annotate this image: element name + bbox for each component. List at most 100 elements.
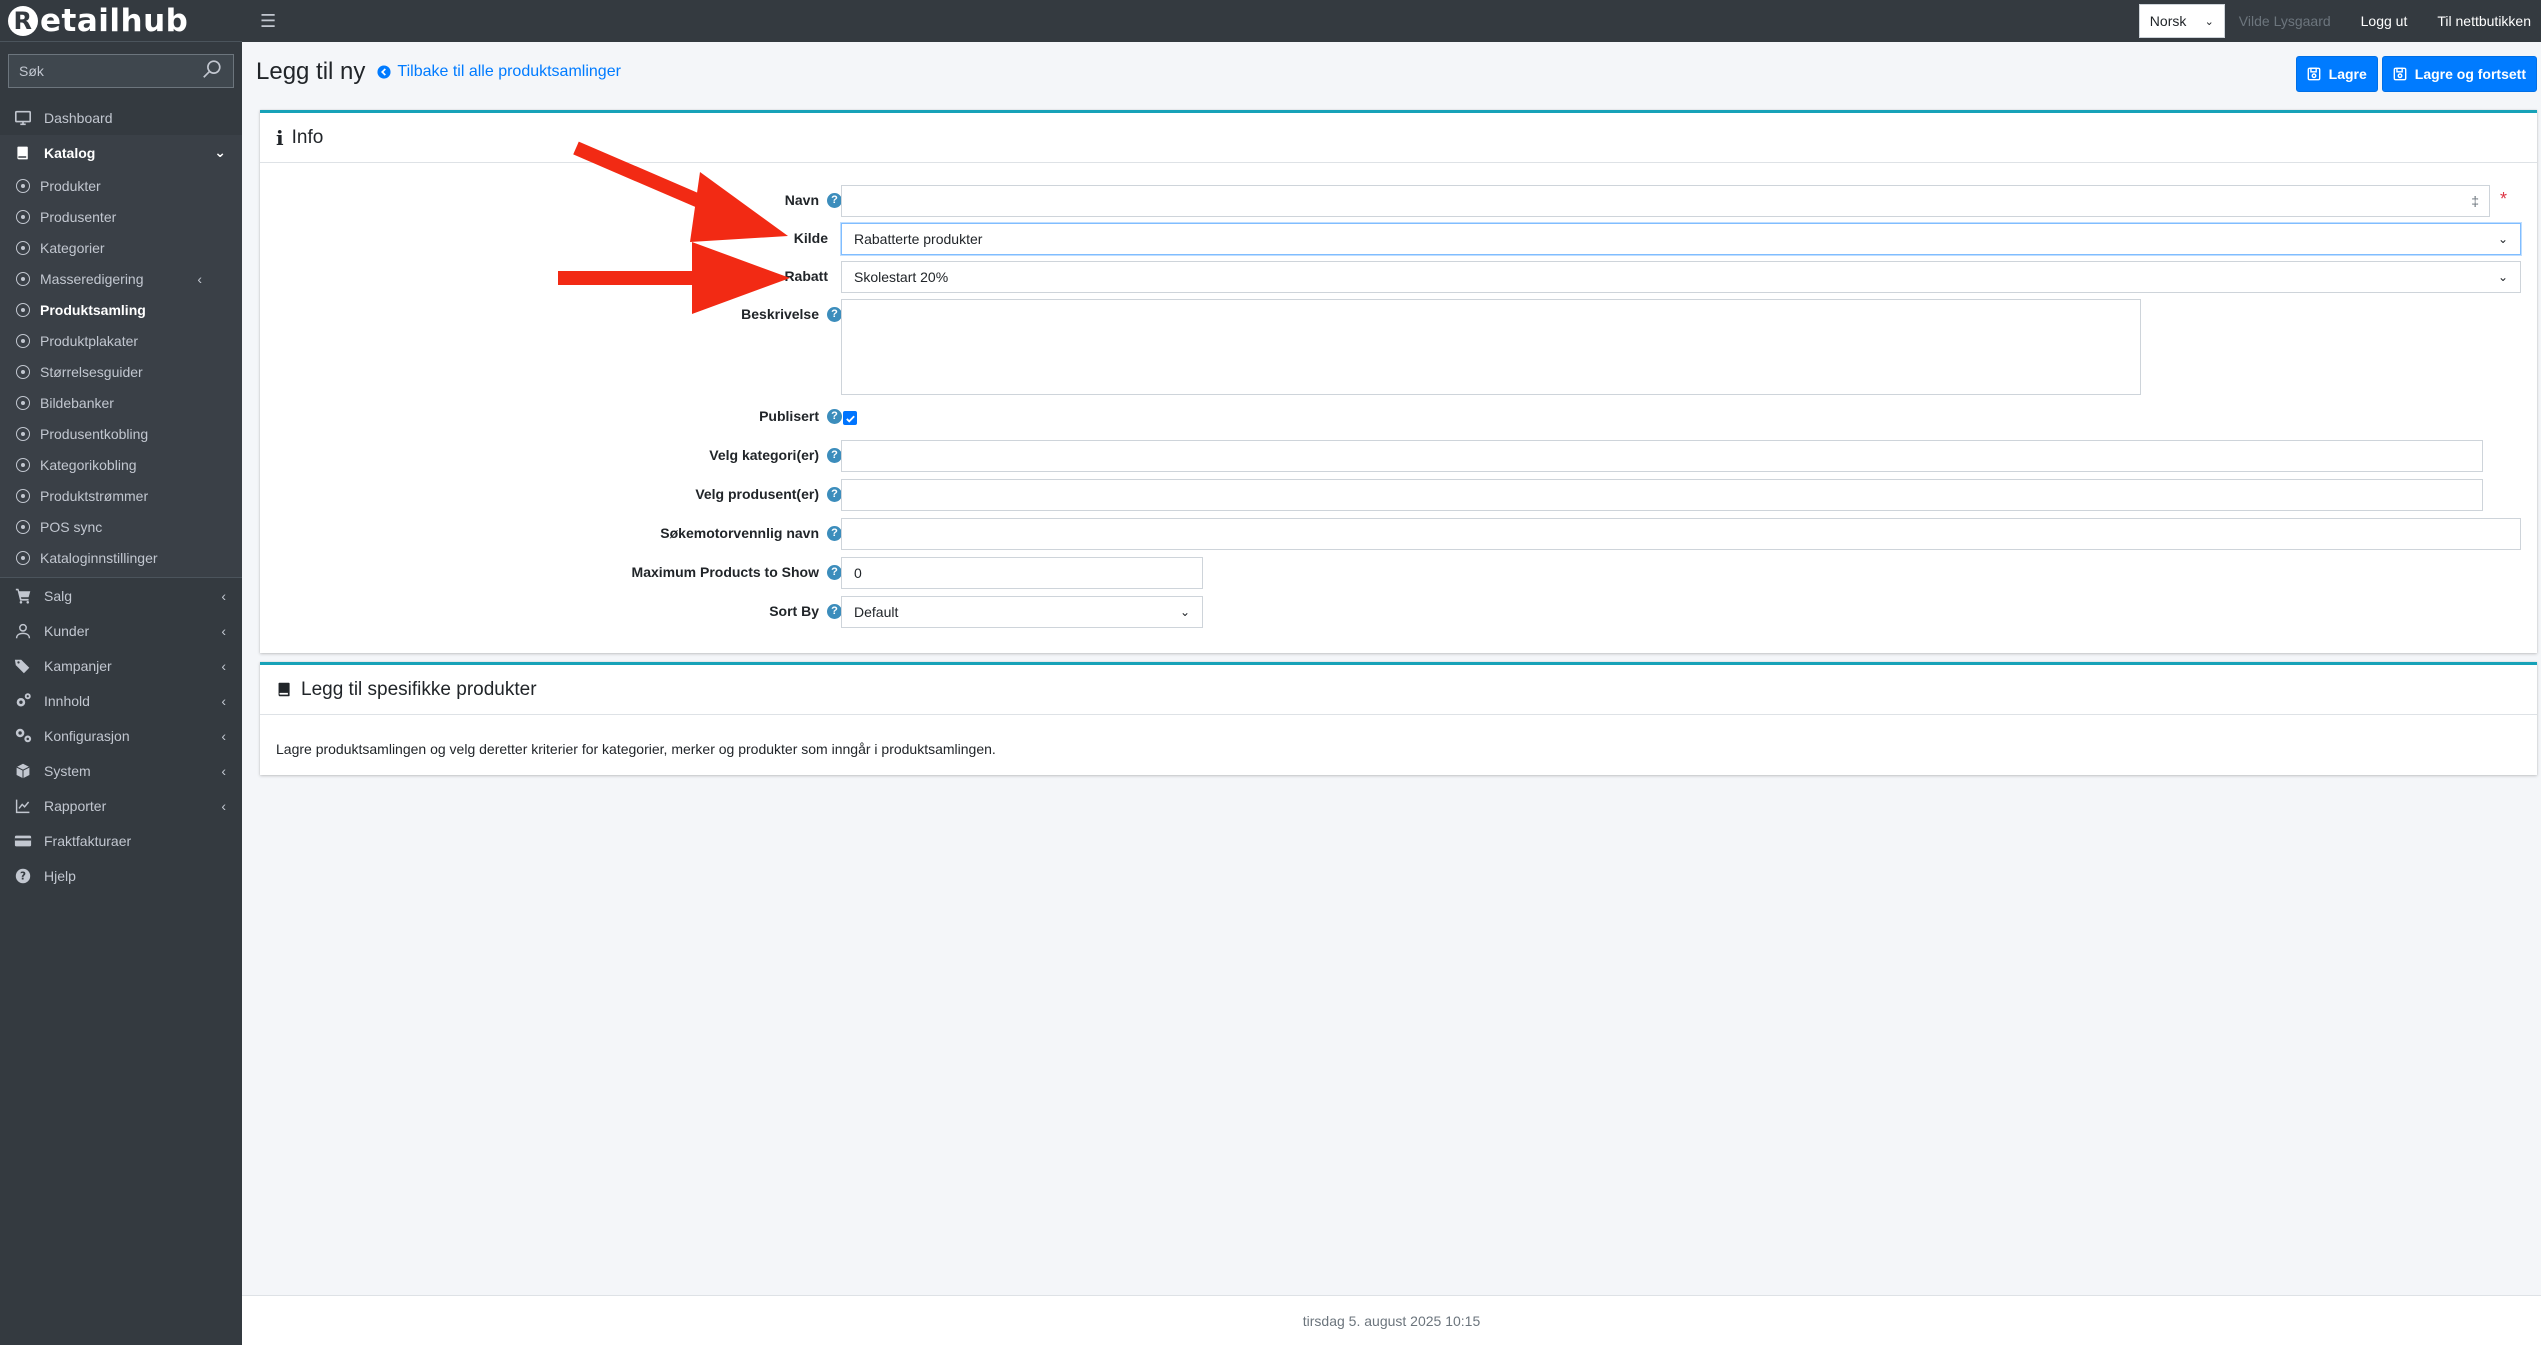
sidebar-item-label: Fraktfakturaer [44,832,132,849]
cart-icon [14,587,32,605]
language-select[interactable]: Norsk ⌄ [2138,4,2225,38]
back-link-label: Tilbake til alle produktsamlinger [397,63,621,80]
info-icon: i [276,125,284,150]
sidebar-item-katalog[interactable]: Katalog ⌄ [0,135,242,170]
help-icon[interactable]: ? [827,192,842,208]
sidebar-item-storrelsesguider[interactable]: Størrelsesguider [0,356,242,387]
produsent-label: Velg produsent(er)? [695,486,842,502]
chevron-left-icon: ‹ [221,692,226,709]
question-circle-icon: ? [14,867,32,885]
help-icon[interactable]: ? [827,447,842,463]
sidebar-item-system[interactable]: System ‹ [0,753,242,788]
save-continue-button[interactable]: Lagre og fortsett [2381,56,2537,92]
beskrivelse-textarea[interactable] [841,299,2141,395]
navn-input[interactable]: ‡ [841,185,2490,217]
max-products-input[interactable]: 0 [841,557,1203,589]
sidebar-item-label: Rapporter [44,797,107,814]
kilde-select[interactable]: Rabatterte produkter ⌄ [841,223,2521,255]
save-button[interactable]: Lagre [2295,56,2378,92]
sidebar-item-kataloginnstillinger[interactable]: Kataloginnstillinger [0,542,242,573]
chevron-down-icon: ⌄ [2497,232,2508,246]
header-actions: Lagre Lagre og fortsett [2295,56,2537,92]
help-icon[interactable]: ? [827,603,842,619]
book-icon [276,681,293,698]
sidebar-item-label: Katalog [44,144,96,161]
max-products-label-text: Maximum Products to Show [631,564,819,580]
sidebar-item-bildebanker[interactable]: Bildebanker [0,387,242,418]
circle-dot-icon [16,550,30,565]
credit-card-icon [14,832,32,850]
circle-dot-icon [16,302,30,317]
sidebar-item-produktstrommer[interactable]: Produktstrømmer [0,480,242,511]
help-icon[interactable]: ? [827,525,842,541]
kategori-multiselect[interactable] [841,440,2483,472]
seo-name-input[interactable] [841,518,2521,550]
top-right-nav: Norsk ⌄ Vilde Lysgaard Logg ut Til nettb… [2138,0,2541,42]
sidebar-item-konfigurasjon[interactable]: Konfigurasjon ‹ [0,718,242,753]
sidebar-item-hjelp[interactable]: ? Hjelp [0,858,242,893]
search-icon[interactable] [201,58,223,85]
navn-label-text: Navn [784,192,819,208]
sidebar-item-label: Dashboard [44,109,113,126]
max-products-label: Maximum Products to Show? [632,564,842,580]
sidebar-item-produsentkobling[interactable]: Produsentkobling [0,418,242,449]
help-icon[interactable]: ? [827,306,842,322]
sidebar-item-produktsamling[interactable]: Produktsamling [0,294,242,325]
sidebar-item-label: POS sync [40,518,103,535]
hamburger-menu-icon[interactable]: ☰ [260,11,276,32]
sidebar-item-produsenter[interactable]: Produsenter [0,201,242,232]
kategori-label: Velg kategori(er)? [709,447,842,463]
chart-line-icon [14,797,32,815]
brand[interactable]: Retailhub [0,0,242,42]
kategori-label-text: Velg kategori(er) [709,447,819,463]
rabatt-label: Rabatt [784,268,828,284]
save-continue-button-label: Lagre og fortsett [2414,66,2526,82]
sidebar: Retailhub Dashboard Katalog ⌄ Produkter … [0,0,242,1345]
produsent-multiselect[interactable] [841,479,2483,511]
tags-icon [14,657,32,675]
page-title: Legg til ny [256,58,366,85]
chevron-left-icon: ‹ [221,762,226,779]
sidebar-search [8,54,234,88]
translate-icon[interactable]: ‡ [2471,193,2479,209]
sort-by-select[interactable]: Default ⌄ [841,596,1203,628]
help-icon[interactable]: ? [827,564,842,580]
sidebar-item-pos-sync[interactable]: POS sync [0,511,242,542]
retailhub-logo[interactable]: Retailhub [8,3,188,39]
user-name: Vilde Lysgaard [2238,13,2331,29]
logout-link[interactable]: Logg ut [2361,13,2408,29]
help-icon[interactable]: ? [827,408,842,424]
sidebar-item-label: Kataloginnstillinger [40,549,158,566]
sidebar-item-masseredigering[interactable]: Masseredigering ‹ [0,263,242,294]
help-icon[interactable]: ? [827,486,842,502]
publisert-label: Publisert? [759,408,842,424]
sidebar-item-label: Produktstrømmer [40,487,149,504]
sidebar-search-input[interactable] [19,63,201,79]
sidebar-item-innhold[interactable]: Innhold ‹ [0,683,242,718]
sidebar-item-salg[interactable]: Salg ‹ [0,578,242,613]
sidebar-item-label: Kunder [44,622,90,639]
chevron-left-icon: ‹ [221,727,226,744]
sidebar-item-kunder[interactable]: Kunder ‹ [0,613,242,648]
footer: tirsdag 5. august 2025 10:15 [242,1295,2541,1345]
store-link[interactable]: Til nettbutikken [2437,13,2531,29]
sidebar-item-dashboard[interactable]: Dashboard [0,100,242,135]
arrow-circle-left-icon [377,65,391,79]
back-link[interactable]: Tilbake til alle produktsamlinger [377,63,621,81]
sidebar-item-produkter[interactable]: Produkter [0,170,242,201]
sidebar-item-fraktfakturaer[interactable]: Fraktfakturaer [0,823,242,858]
sidebar-item-label: Kategorikobling [40,456,137,473]
sidebar-item-kategorier[interactable]: Kategorier [0,232,242,263]
sidebar-item-label: Hjelp [44,867,76,884]
sidebar-item-rapporter[interactable]: Rapporter ‹ [0,788,242,823]
sidebar-item-produktplakater[interactable]: Produktplakater [0,325,242,356]
sidebar-item-label: Kategorier [40,239,105,256]
publisert-checkbox[interactable] [843,411,857,425]
sidebar-item-kampanjer[interactable]: Kampanjer ‹ [0,648,242,683]
logo-text: etailhub [40,2,189,39]
sidebar-item-label: Masseredigering [40,270,144,287]
rabatt-select[interactable]: Skolestart 20% ⌄ [841,261,2521,293]
chevron-left-icon: ‹ [221,587,226,604]
circle-dot-icon [16,209,30,224]
sidebar-item-kategorikobling[interactable]: Kategorikobling [0,449,242,480]
